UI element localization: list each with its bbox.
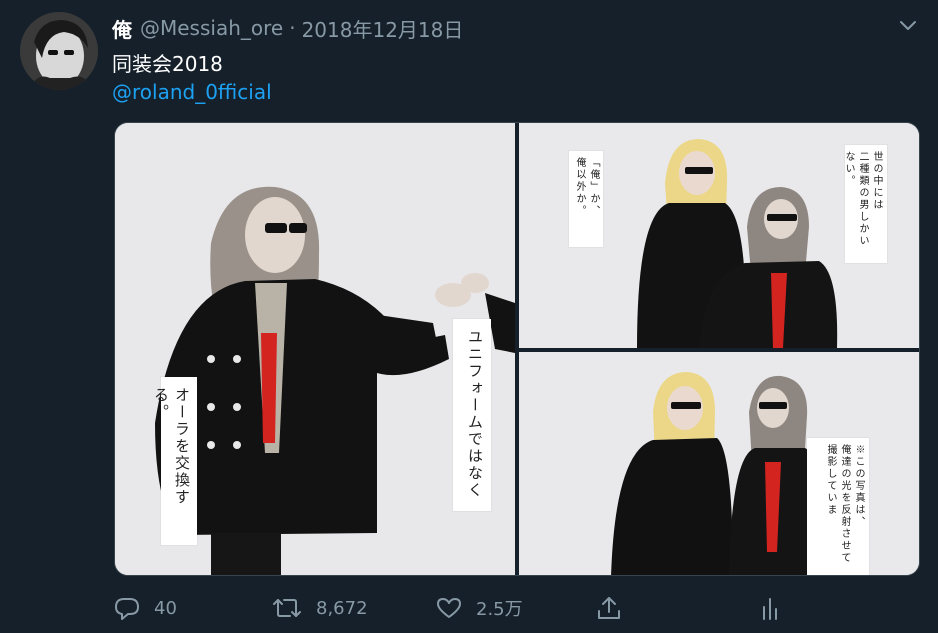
br-card-right-line-1: ※この写真は、 [853, 444, 864, 528]
action-bar: 40 8,672 2.5万 [114, 592, 920, 624]
br-card-right-line-2: 俺達の光を反射させて [839, 444, 850, 564]
tr-card-left: 「俺」か、 俺以外か。 [569, 151, 603, 247]
analytics-icon [760, 595, 780, 621]
separator-dot: · [289, 16, 296, 40]
like-button[interactable]: 2.5万 [436, 592, 523, 624]
reply-count: 40 [154, 597, 177, 619]
user-handle[interactable]: @Messiah_ore [140, 16, 283, 40]
tr-card-right: 世の中には 二種類の男しかいない。 [843, 145, 887, 263]
left-card-top-text: ユニフォームではなく [466, 329, 484, 499]
heart-icon [436, 596, 462, 620]
left-card-bottom: オーラを交換する。 [152, 377, 197, 545]
tweet-header: 俺 @Messiah_ore · 2018年12月18日 [112, 14, 463, 42]
chevron-down-icon[interactable] [896, 16, 920, 36]
left-card-bottom-line-1: オーラを交換する。 [152, 387, 191, 506]
left-card-top: ユニフォームではなく [453, 319, 491, 511]
tweet-text: 同装会2018 [112, 52, 223, 76]
display-name[interactable]: 俺 [112, 14, 132, 43]
avatar-image [20, 12, 98, 90]
like-count: 2.5万 [476, 599, 523, 620]
share-icon [596, 595, 622, 621]
tr-card-left-line-1: 「俺」か、 [588, 157, 599, 217]
photo-top-right[interactable]: 「俺」か、 俺以外か。 世の中には 二種類の男しかいない。 [519, 123, 919, 348]
reply-button[interactable]: 40 [114, 592, 177, 624]
tr-card-right-line-2: 二種類の男しかいない。 [843, 151, 868, 247]
photo-left[interactable]: ユニフォームではなく オーラを交換する。 [115, 123, 515, 575]
br-card-right-line-3: 撮影していま [825, 444, 836, 516]
tr-card-left-line-2: 俺以外か。 [574, 157, 585, 217]
share-button[interactable] [596, 592, 622, 624]
br-card-right: ※この写真は、 俺達の光を反射させて 撮影していま [807, 438, 869, 575]
retweet-icon [272, 596, 302, 620]
avatar[interactable] [20, 12, 98, 90]
analytics-button[interactable] [760, 592, 780, 624]
tweet[interactable]: 俺 @Messiah_ore · 2018年12月18日 同装会2018 @ro… [0, 0, 938, 633]
retweet-button[interactable]: 8,672 [272, 592, 368, 624]
reply-icon [114, 596, 140, 620]
tweet-date[interactable]: 2018年12月18日 [302, 14, 464, 43]
tweet-media[interactable]: ユニフォームではなく オーラを交換する。 「俺」か、 俺以外か。 世の中には 二… [114, 122, 920, 576]
retweet-count: 8,672 [316, 597, 368, 619]
mention-link[interactable]: @roland_0fficial [112, 80, 272, 104]
photo-bottom-right[interactable]: ※この写真は、 俺達の光を反射させて 撮影していま [519, 352, 919, 575]
tr-card-right-line-1: 世の中には [871, 151, 882, 211]
